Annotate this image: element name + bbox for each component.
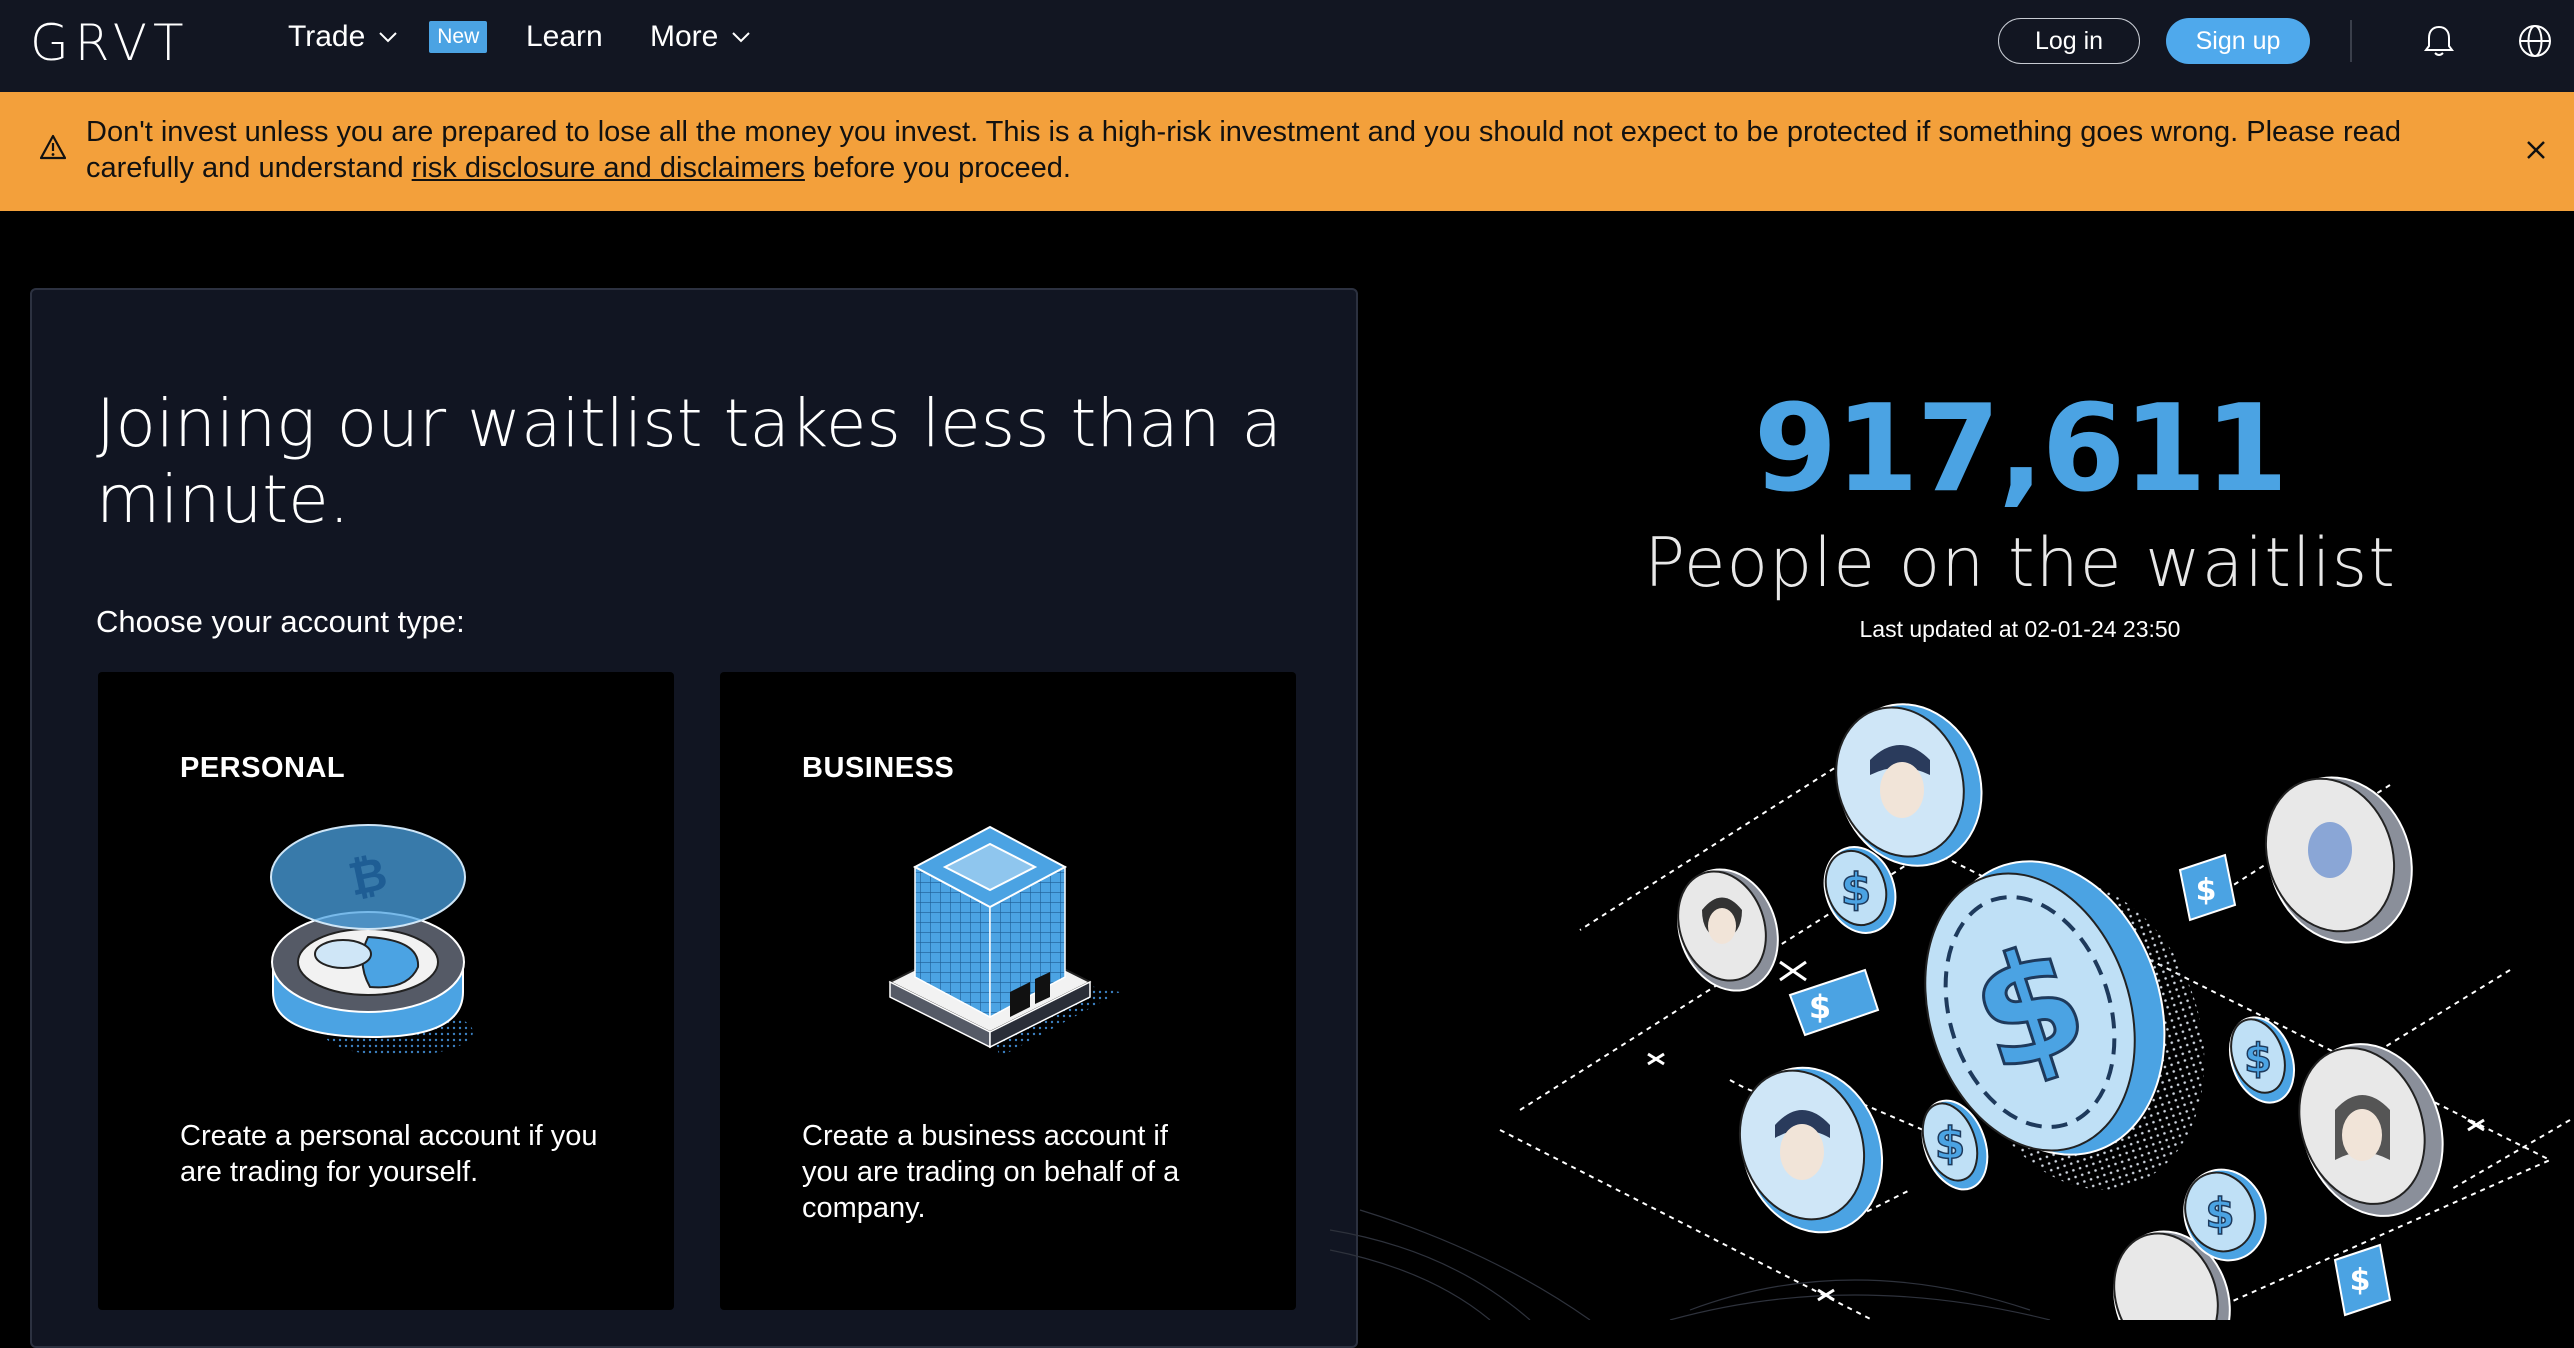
warning-icon xyxy=(40,134,66,160)
nav-learn[interactable]: Learn xyxy=(526,20,603,54)
login-button[interactable]: Log in xyxy=(1998,18,2140,64)
close-icon[interactable] xyxy=(2524,138,2548,162)
waitlist-hero-illustration: $ $ $ $ $ $ $ $ xyxy=(1330,703,2571,1320)
risk-disclosure-link[interactable]: risk disclosure and disclaimers xyxy=(412,152,805,184)
grvt-logo[interactable]: GRVT xyxy=(30,14,190,72)
chevron-down-icon xyxy=(379,32,397,43)
waitlist-count-label: People on the waitlist xyxy=(1644,524,2396,603)
top-nav: GRVT Trade New Learn More Log in Sign up xyxy=(0,0,2574,92)
personal-label: PERSONAL xyxy=(180,752,346,784)
risk-warning-banner: Don't invest unless you are prepared to … xyxy=(0,92,2574,211)
personal-account-option[interactable]: PERSONAL ₿ Create a personal account if … xyxy=(98,672,674,1310)
nav-divider xyxy=(2350,20,2352,62)
svg-text:$: $ xyxy=(2244,1036,2272,1082)
nav-more[interactable]: More xyxy=(650,20,752,54)
nav-learn-label: Learn xyxy=(526,20,603,53)
nav-more-label: More xyxy=(650,20,719,53)
business-label: BUSINESS xyxy=(802,752,955,784)
business-account-option[interactable]: BUSINESS Create a business account if yo… xyxy=(720,672,1296,1310)
waitlist-card: Joining our waitlist takes less than a m… xyxy=(30,288,1358,1348)
signup-button[interactable]: Sign up xyxy=(2166,18,2310,64)
svg-text:$: $ xyxy=(1809,988,1831,1026)
svg-text:$: $ xyxy=(1841,864,1872,915)
personal-description: Create a personal account if you are tra… xyxy=(180,1120,598,1188)
personal-wallet-illustration: ₿ xyxy=(270,824,473,1056)
new-badge: New xyxy=(429,21,488,53)
bell-icon[interactable] xyxy=(2420,22,2458,60)
chevron-down-icon xyxy=(732,32,751,43)
globe-icon[interactable] xyxy=(2516,22,2554,60)
svg-text:$: $ xyxy=(2196,873,2217,908)
waitlist-count: 917,611 xyxy=(1753,380,2289,519)
business-building-illustration xyxy=(887,825,1120,1057)
nav-trade[interactable]: Trade New xyxy=(288,20,488,54)
last-updated-text: Last updated at 02-01-24 23:50 xyxy=(1859,616,2181,642)
business-description: Create a business account if you are tra… xyxy=(802,1120,1180,1224)
nav-trade-label: Trade xyxy=(288,20,366,53)
banner-text: Don't invest unless you are prepared to … xyxy=(86,114,2486,186)
banner-text-after: before you proceed. xyxy=(804,152,1071,184)
svg-text:$: $ xyxy=(2205,1189,2234,1238)
svg-text:$: $ xyxy=(2350,1263,2371,1298)
page-title: Joining our waitlist takes less than a m… xyxy=(96,385,1282,538)
svg-text:$: $ xyxy=(1935,1118,1966,1169)
account-type-prompt: Choose your account type: xyxy=(96,604,465,639)
